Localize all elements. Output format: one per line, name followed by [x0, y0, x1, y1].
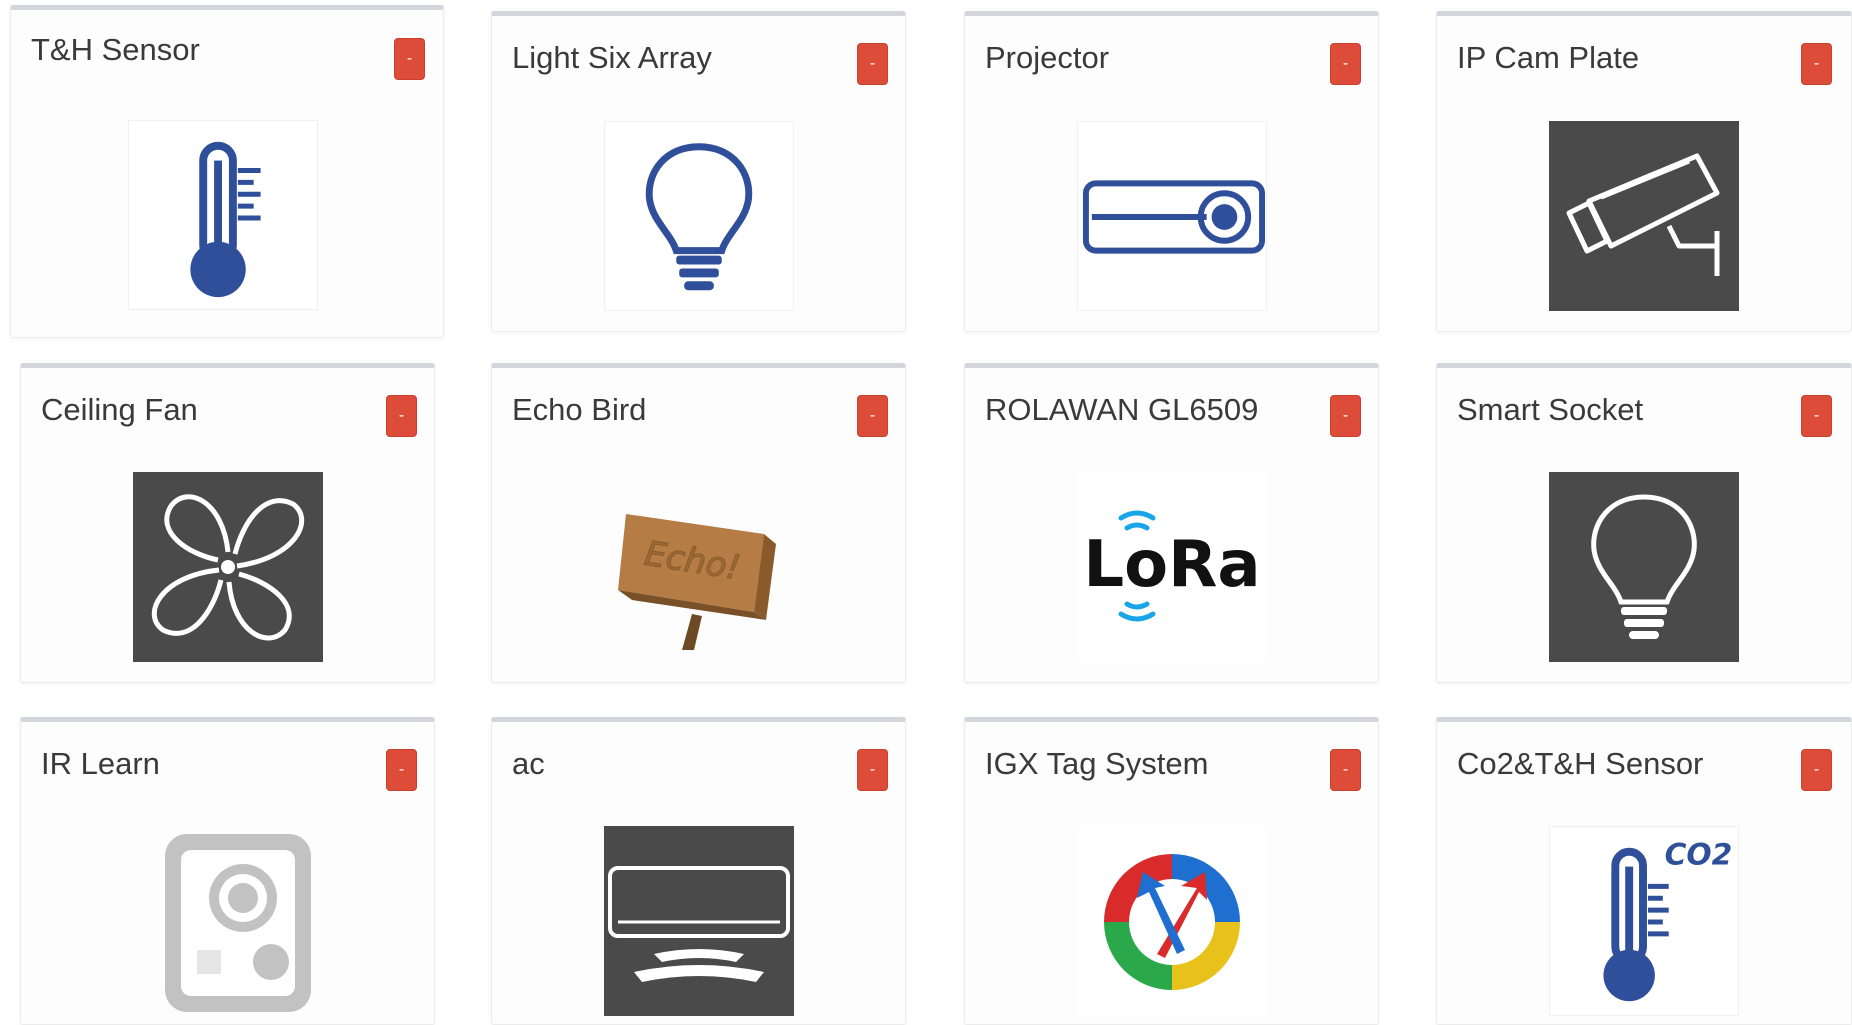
security-camera-icon [1549, 121, 1739, 311]
light-bulb-icon [604, 121, 794, 311]
co2-thermometer-icon: CO2 [1549, 826, 1739, 1016]
light-bulb-icon [1549, 472, 1739, 662]
device-title: Ceiling Fan [41, 392, 198, 427]
device-title: IR Learn [41, 746, 160, 781]
projector-icon [1077, 121, 1267, 311]
delete-button[interactable]: - [857, 395, 888, 437]
device-title: ac [512, 746, 545, 781]
device-title: IGX Tag System [985, 746, 1209, 781]
delete-button[interactable]: - [1801, 749, 1832, 791]
lora-logo-text: LoRa [1083, 528, 1260, 602]
device-card-rolawan-gl6509[interactable]: ROLAWAN GL6509 - LoRa [964, 363, 1379, 683]
delete-button[interactable]: - [386, 395, 417, 437]
air-conditioner-icon [604, 826, 794, 1016]
co2-label: CO2 [1665, 837, 1733, 872]
device-card-igx-tag-system[interactable]: IGX Tag System - [964, 717, 1379, 1025]
device-title: Projector [985, 40, 1110, 75]
speaker-icon [133, 826, 323, 1016]
delete-button[interactable]: - [386, 749, 417, 791]
delete-button[interactable]: - [1330, 749, 1361, 791]
device-card-ir-learn[interactable]: IR Learn - [20, 717, 435, 1025]
device-card-co2-th-sensor[interactable]: Co2&T&H Sensor - CO2 [1436, 717, 1852, 1025]
igx-logo [1077, 826, 1267, 1016]
delete-button[interactable]: - [1330, 395, 1361, 437]
device-card-ac[interactable]: ac - [491, 717, 906, 1025]
device-card-echo-bird[interactable]: Echo Bird - Echo! [491, 363, 906, 683]
delete-button[interactable]: - [1801, 43, 1832, 85]
delete-button[interactable]: - [1330, 43, 1361, 85]
device-card-ceiling-fan[interactable]: Ceiling Fan - [20, 363, 435, 683]
delete-button[interactable]: - [1801, 395, 1832, 437]
device-title: T&H Sensor [31, 32, 200, 67]
device-title: ROLAWAN GL6509 [985, 392, 1259, 427]
device-card-th-sensor[interactable]: T&H Sensor - [10, 5, 444, 338]
device-title: Co2&T&H Sensor [1457, 746, 1704, 781]
thermometer-icon [128, 120, 318, 310]
fan-icon [133, 472, 323, 662]
delete-button[interactable]: - [857, 43, 888, 85]
lora-logo: LoRa [1077, 472, 1267, 662]
device-title: IP Cam Plate [1457, 40, 1640, 75]
device-card-smart-socket[interactable]: Smart Socket - [1436, 363, 1852, 683]
device-title: Smart Socket [1457, 392, 1644, 427]
device-card-projector[interactable]: Projector - [964, 11, 1379, 332]
echo-bird-sign-image: Echo! [604, 472, 794, 662]
device-card-light-six-array[interactable]: Light Six Array - [491, 11, 906, 332]
device-grid: T&H Sensor - Light Six Array - Projector… [0, 0, 1852, 1025]
device-card-ip-cam-plate[interactable]: IP Cam Plate - [1436, 11, 1852, 332]
device-title: Echo Bird [512, 392, 647, 427]
delete-button[interactable]: - [857, 749, 888, 791]
device-title: Light Six Array [512, 40, 712, 75]
delete-button[interactable]: - [394, 38, 425, 80]
